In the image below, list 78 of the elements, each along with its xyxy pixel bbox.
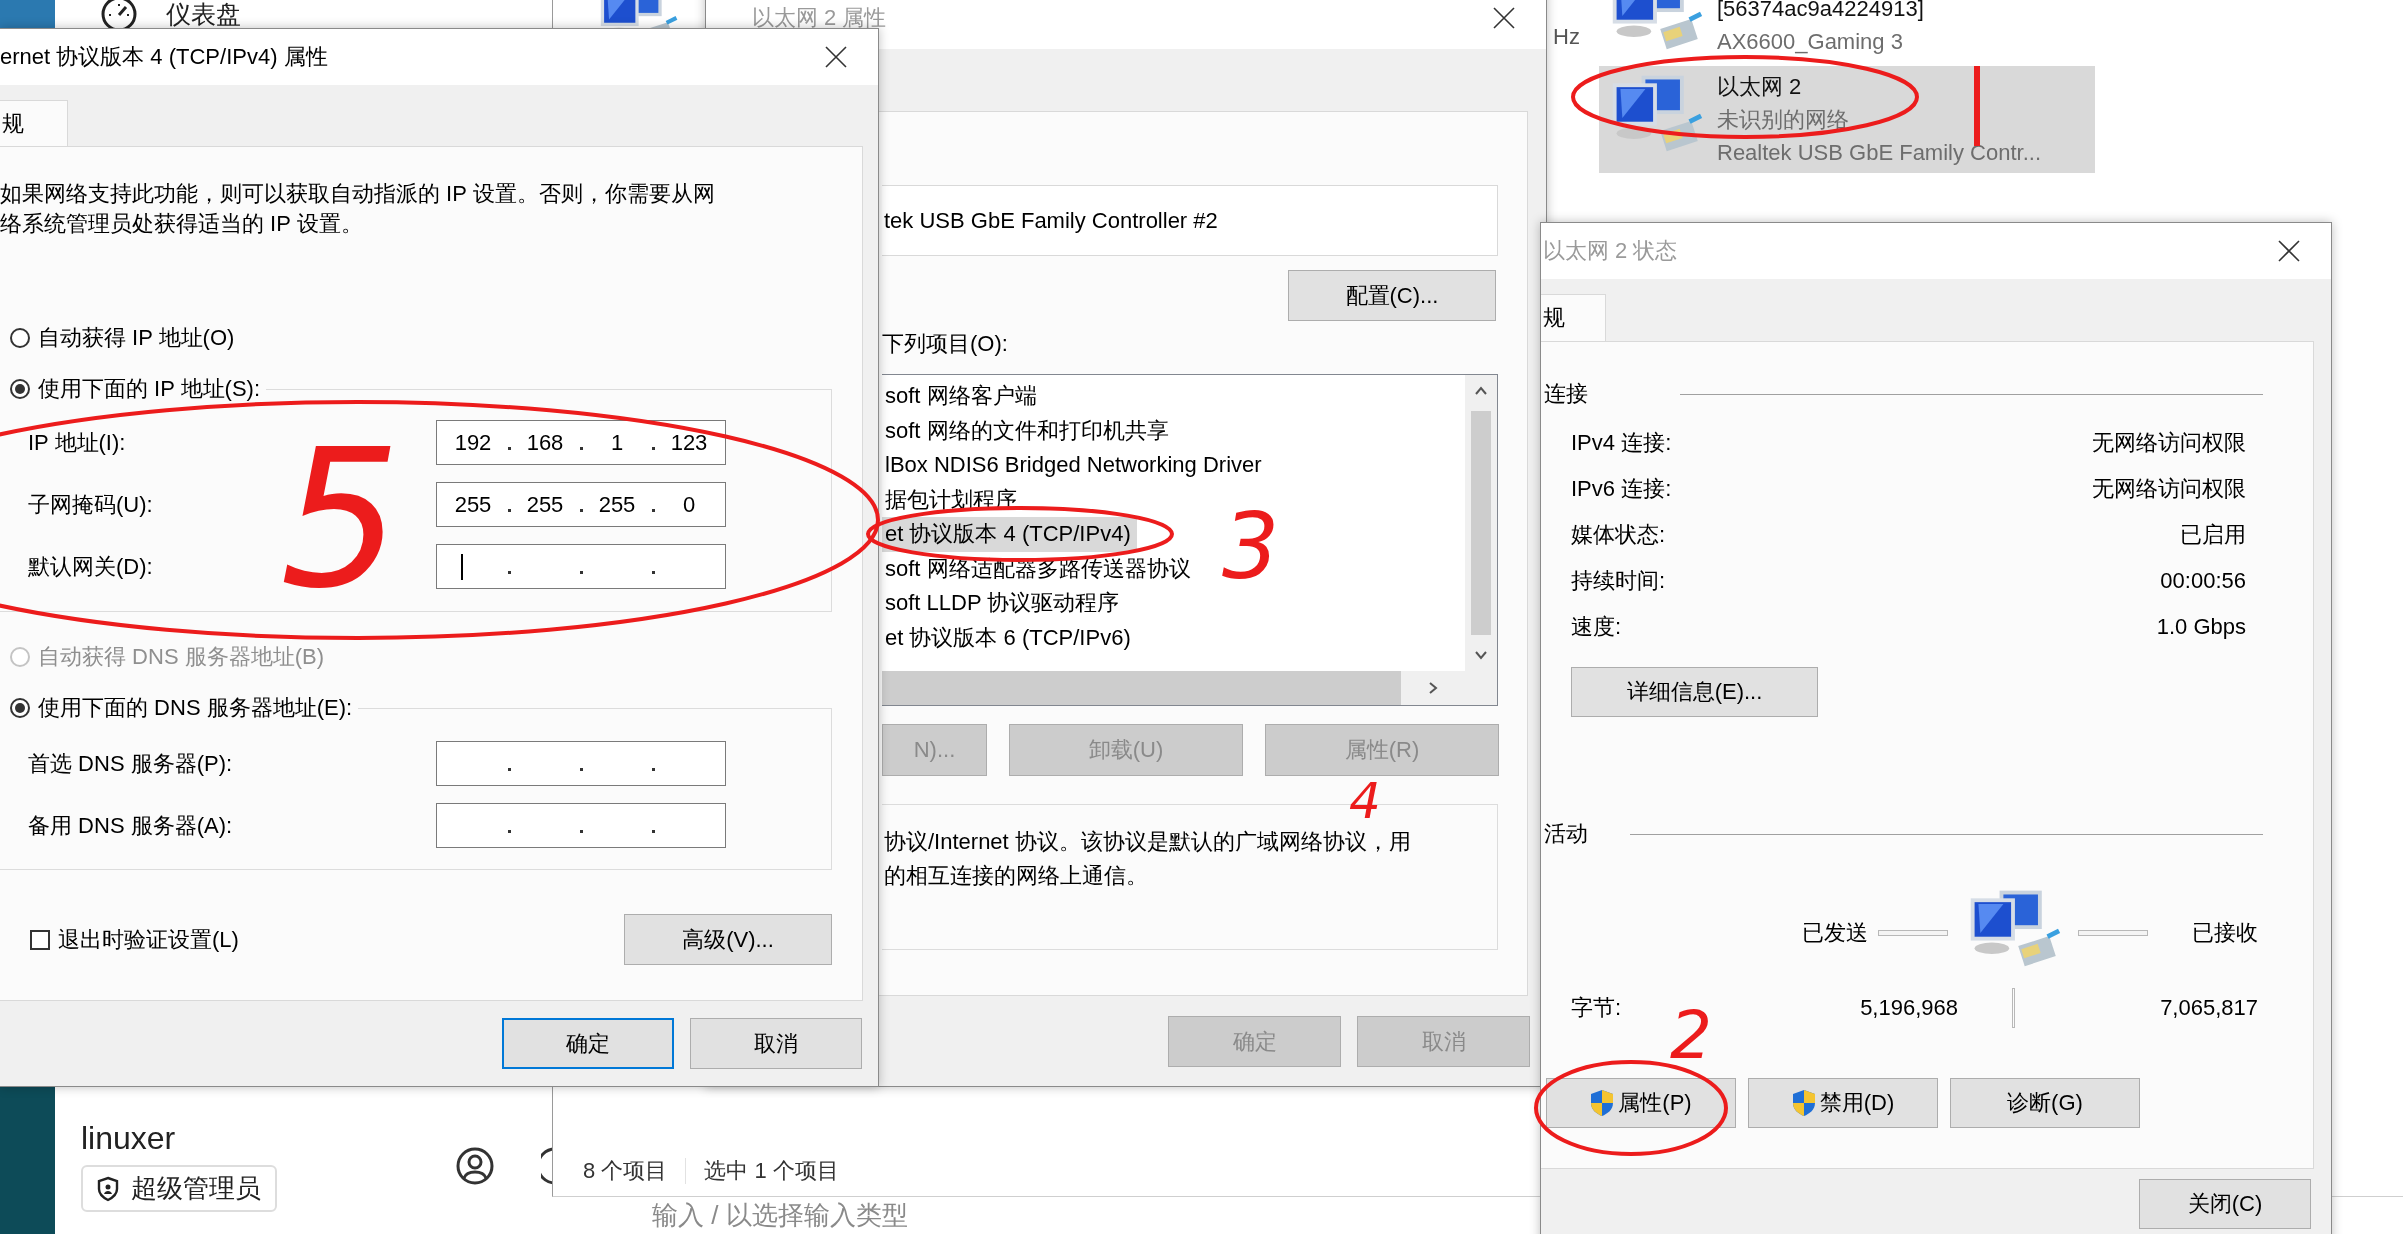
ip-address-field[interactable] [436, 741, 726, 786]
received-label: 已接收 [2192, 919, 2258, 947]
list-item[interactable]: lBox NDIS6 Bridged Networking Driver [882, 448, 1268, 483]
connection-text: 以太网 2 [1717, 73, 1803, 101]
shield-icon [1590, 1089, 1615, 1117]
window-title: ernet 协议版本 4 (TCP/IPv4) 属性 [0, 43, 328, 71]
info-label: 速度: [1571, 613, 1622, 641]
ip-address-field[interactable] [436, 544, 726, 589]
connection-item[interactable]: [56374ac9a4224913] AX6600_Gaming 3 [1599, 0, 2079, 62]
list-item[interactable]: soft 网络客户端 [882, 379, 1043, 414]
checkbox[interactable]: 退出时验证设置(L) [30, 924, 239, 955]
window-title: 以太网 2 状态 [1543, 237, 1678, 265]
shield-icon [97, 1175, 119, 1202]
section-title: 连接 [1543, 380, 1588, 408]
page-heading: 仪表盘 [166, 0, 241, 28]
info-value: 无网络访问权限 [2092, 429, 2246, 457]
field-label: IP 地址(I): [27, 428, 127, 457]
status-button[interactable]: 诊断(G) [1950, 1078, 2140, 1128]
configure-button[interactable]: 配置(C)... [1288, 270, 1496, 321]
intro-text: 如果网络支持此功能，则可以获取自动指派的 IP 设置。否则，你需要从网 络系统管理员处获得适当的 IP 设置。 [0, 180, 716, 238]
list-label: 下列项目(O): [882, 330, 1008, 358]
sent-label: 已发送 [1802, 919, 1868, 947]
bytes-sent: 5,196,968 [1860, 995, 1958, 1021]
tab[interactable]: 规 [1541, 294, 1606, 341]
dialog-button[interactable]: 取消 [690, 1018, 862, 1069]
annotation-number: 2 [1670, 997, 1712, 1074]
connection-text: AX6600_Gaming 3 [1717, 28, 1904, 56]
shield-icon [1791, 1089, 1816, 1117]
field-label: 备用 DNS 服务器(A): [27, 811, 234, 840]
status-button[interactable]: 禁用(D) [1748, 1078, 1938, 1128]
advanced-button[interactable]: 高级(V)... [624, 914, 832, 965]
dialog-button[interactable]: 确定 [502, 1018, 674, 1069]
tab[interactable]: 规 [0, 100, 68, 146]
ip-address-field[interactable] [436, 803, 726, 848]
bytes-label: 字节: [1570, 994, 1623, 1022]
close-icon [825, 46, 847, 68]
status-text: 选中 1 个项目 [704, 1157, 839, 1185]
status-text: 8 个项目 [583, 1157, 668, 1185]
list-item[interactable]: soft 网络的文件和打印机共享 [882, 413, 1175, 448]
field-label: 默认网关(D): [27, 552, 154, 581]
close-icon [2278, 240, 2300, 262]
info-label: 媒体状态: [1571, 521, 1666, 549]
connection-item[interactable]: 以太网 2 未识别的网络 Realtek USB GbE Family Contr... [1599, 66, 2095, 173]
connection-text: Realtek USB GbE Family Contr... [1717, 139, 2041, 167]
column-text: Hz [1553, 24, 1581, 50]
list-item[interactable]: soft LLDP 协议驱动程序 [882, 586, 1126, 621]
status-button[interactable]: 属性(P) [1546, 1078, 1736, 1128]
info-value: 1.0 Gbps [2156, 614, 2246, 640]
ip-address-field[interactable]: 255 255 255 0 [436, 482, 726, 527]
window-title: 以太网 2 属性 [752, 4, 887, 32]
close-dialog-button[interactable]: 关闭(C) [2139, 1179, 2311, 1229]
role-text: 超级管理员 [131, 1172, 261, 1205]
info-label: IPv6 连接: [1571, 475, 1672, 503]
annotation-number: 3 [1222, 494, 1280, 599]
close-icon [1493, 7, 1515, 29]
connection-text: [56374ac9a4224913] [1717, 0, 1924, 23]
info-value: 已启用 [2180, 521, 2246, 549]
info-label: 持续时间: [1571, 567, 1666, 595]
section-title: 活动 [1543, 820, 1588, 848]
bytes-received: 7,065,817 [2160, 995, 2258, 1021]
list-item[interactable]: et 协议版本 4 (TCP/IPv4) [882, 517, 1137, 552]
info-value: 00:00:56 [2160, 568, 2246, 594]
field-label: 首选 DNS 服务器(P): [27, 749, 234, 778]
field-label: 子网掩码(U): [27, 490, 154, 519]
logo-block [0, 0, 55, 28]
info-label: IPv4 连接: [1571, 429, 1672, 457]
input-hint: 输入 / 以选择输入类型 [652, 1199, 908, 1232]
adapter-field: tek USB GbE Family Controller #2 [882, 185, 1498, 256]
annotation-number: 5 [280, 409, 401, 630]
connection-text: 未识别的网络 [1717, 106, 1850, 134]
vertical-scrollbar[interactable] [1465, 375, 1497, 671]
details-button[interactable]: 详细信息(E)... [1571, 667, 1818, 717]
list-item[interactable]: et 协议版本 6 (TCP/IPv6) [882, 620, 1137, 655]
user-icon[interactable] [455, 1146, 495, 1186]
info-value: 无网络访问权限 [2092, 475, 2246, 503]
ip-address-field[interactable]: 192 168 1 123 [436, 420, 726, 465]
user-name: linuxer [81, 1120, 176, 1157]
horizontal-scrollbar[interactable] [882, 671, 1497, 705]
